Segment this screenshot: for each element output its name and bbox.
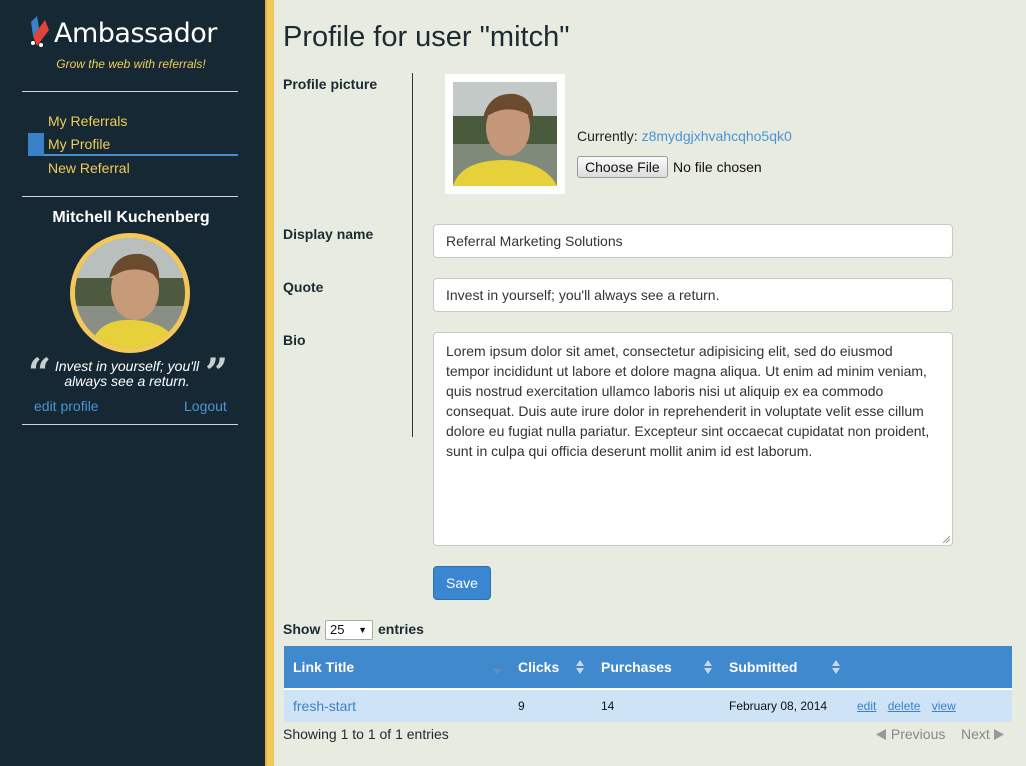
col-header-label: Purchases: [601, 659, 672, 675]
save-button[interactable]: Save: [433, 566, 491, 600]
sidebar-quote-text: Invest in yourself; you'll always see a …: [54, 358, 200, 389]
display-name-label: Display name: [283, 226, 374, 242]
entries-label: entries: [378, 621, 424, 637]
chevron-down-icon: ▼: [358, 625, 367, 635]
delete-link[interactable]: delete: [888, 699, 921, 713]
page-size-value: 25: [330, 622, 345, 637]
bio-textarea[interactable]: Lorem ipsum dolor sit amet, consectetur …: [433, 332, 953, 546]
sort-desc-icon: [493, 669, 501, 674]
currently-label: Currently:: [577, 128, 638, 144]
col-header-submitted[interactable]: Submitted: [720, 646, 848, 690]
bio-label: Bio: [283, 332, 306, 348]
close-quote-icon: ”: [204, 350, 228, 397]
col-header-label: Link Title: [293, 659, 355, 675]
profile-picture-label: Profile picture: [283, 76, 378, 92]
logout-link[interactable]: Logout: [184, 398, 227, 414]
form-divider: [412, 73, 413, 437]
brand-tagline: Grow the web with referrals!: [56, 57, 206, 71]
divider: [22, 196, 238, 197]
sort-icon: [832, 660, 840, 674]
divider: [22, 424, 238, 425]
brand-name: Ambassador: [54, 18, 217, 49]
avatar-photo: [75, 238, 185, 348]
open-quote-icon: “: [28, 350, 52, 397]
row-clicks: 9: [509, 689, 592, 722]
brand-logo[interactable]: Ambassador: [27, 16, 227, 56]
sort-icon: [576, 660, 584, 674]
nav-item-my-profile[interactable]: My Profile: [28, 133, 238, 156]
sidebar-user-name: Mitchell Kuchenberg: [52, 209, 210, 226]
previous-page-button[interactable]: Previous: [876, 726, 945, 742]
sidebar-quote: “ Invest in yourself; you'll always see …: [28, 350, 228, 397]
referrals-table: Link Title Clicks Purchases Submitted fr…: [284, 646, 1012, 722]
nav-item-my-referrals[interactable]: My Referrals: [28, 110, 238, 133]
col-header-label: Clicks: [518, 659, 560, 675]
edit-link[interactable]: edit: [857, 699, 876, 713]
sidebar-avatar: [70, 233, 190, 353]
file-status: No file chosen: [673, 159, 762, 175]
sort-icon: [704, 660, 712, 674]
col-header-link-title[interactable]: Link Title: [284, 646, 509, 690]
resize-handle-icon[interactable]: [942, 535, 950, 543]
show-label: Show: [283, 621, 321, 637]
row-purchases: 14: [592, 689, 720, 722]
table-row: fresh-start 9 14 February 08, 2014 edit …: [284, 689, 1012, 722]
table-header-row: Link Title Clicks Purchases Submitted: [284, 646, 1012, 690]
sidebar: Ambassador Grow the web with referrals! …: [0, 0, 265, 766]
previous-label: Previous: [890, 726, 946, 742]
sidebar-nav: My Referrals My Profile New Referral: [28, 110, 238, 180]
page-size-select[interactable]: 25 ▼: [325, 620, 373, 640]
arrow-right-icon: [993, 729, 1004, 740]
quote-input[interactable]: Invest in yourself; you'll always see a …: [433, 278, 953, 312]
choose-file-button[interactable]: Choose File: [577, 156, 668, 178]
next-label: Next: [961, 726, 990, 742]
col-header-clicks[interactable]: Clicks: [509, 646, 592, 690]
bio-text: Lorem ipsum dolor sit amet, consectetur …: [446, 343, 930, 459]
row-link-title[interactable]: fresh-start: [284, 689, 509, 722]
current-picture-link[interactable]: z8mydgjxhvahcqho5qk0: [642, 128, 792, 144]
ambassador-logo-icon: [31, 16, 49, 47]
avatar-photo-image: [75, 238, 185, 348]
page-title: Profile for user "mitch": [283, 21, 570, 53]
col-header-label: Submitted: [729, 659, 798, 675]
current-picture-info: Currently: z8mydgjxhvahcqho5qk0: [577, 128, 792, 144]
quote-label: Quote: [283, 279, 324, 295]
display-name-input[interactable]: Referral Marketing Solutions: [433, 224, 953, 258]
row-submitted: February 08, 2014: [720, 689, 848, 722]
view-link[interactable]: view: [932, 699, 956, 713]
nav-item-new-referral[interactable]: New Referral: [28, 157, 238, 180]
table-info: Showing 1 to 1 of 1 entries: [283, 726, 449, 742]
divider: [22, 91, 238, 92]
row-actions: edit delete view: [848, 689, 1012, 722]
sidebar-accent-strip: [265, 0, 274, 766]
profile-photo-image: [453, 82, 557, 186]
arrow-left-icon: [876, 729, 886, 740]
col-header-actions: [848, 646, 1012, 690]
col-header-purchases[interactable]: Purchases: [592, 646, 720, 690]
next-page-button[interactable]: Next: [961, 726, 1005, 742]
edit-profile-link[interactable]: edit profile: [34, 398, 99, 414]
profile-picture-preview: [445, 74, 565, 194]
